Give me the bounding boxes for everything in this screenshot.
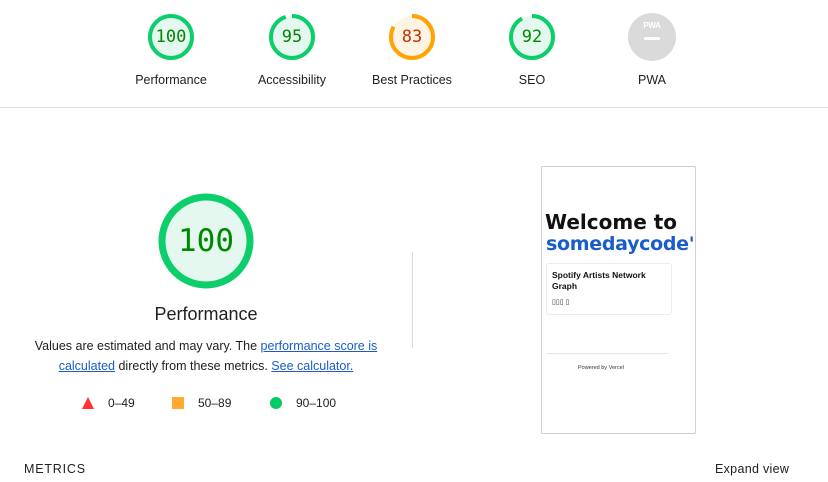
triangle-icon	[82, 397, 94, 409]
screenshot-card: Spotify Artists Network Graph ▯▯▯ ▯	[546, 263, 672, 315]
gauge-label: Accessibility	[257, 73, 327, 87]
legend-average-range: 50–89	[198, 396, 232, 410]
final-screenshot[interactable]: Welcome to somedaycode's Spotify Artists…	[541, 166, 696, 434]
gauge-label: Performance	[135, 73, 207, 87]
expand-view-toggle[interactable]: Expand view	[715, 462, 789, 476]
gauge-label: Best Practices	[372, 73, 452, 87]
metrics-heading: METRICS	[24, 462, 86, 476]
screenshot-card-title: Spotify Artists Network Graph	[552, 270, 646, 291]
gauge-score: 95	[281, 27, 303, 47]
screenshot-footer-divider	[546, 353, 668, 354]
see-calculator-link[interactable]: See calculator.	[271, 359, 353, 373]
gauge-score: 100	[155, 27, 187, 47]
performance-description: Values are estimated and may vary. The p…	[30, 336, 382, 376]
screenshot-card-tag: ▯▯▯ ▯	[552, 299, 570, 306]
gauge-label: SEO	[518, 73, 546, 87]
pwa-badge-icon: PWA	[628, 13, 676, 61]
performance-score: 100	[178, 223, 234, 259]
screenshot-powered-by: Powered by Vercel	[578, 365, 624, 371]
performance-title: Performance	[154, 304, 258, 324]
pwa-badge-text: PWA	[643, 21, 661, 30]
vercel-logo: Vercel	[608, 365, 624, 371]
legend-fail-range: 0–49	[108, 396, 135, 410]
pwa-dash	[644, 37, 660, 40]
vertical-divider	[412, 252, 413, 348]
desc-text: Values are estimated and may vary. The	[34, 339, 261, 353]
legend-pass-range: 90–100	[296, 396, 337, 410]
desc-text: directly from these metrics.	[115, 359, 272, 373]
gauge-score: 92	[521, 27, 543, 47]
screenshot-site-name: somedaycode's	[546, 233, 696, 255]
square-icon	[172, 397, 184, 409]
score-summary-header: 100 Performance 95 Accessibility 83 Best…	[0, 0, 828, 108]
gauge-score: 83	[401, 27, 423, 47]
screenshot-welcome: Welcome to	[545, 210, 678, 234]
powered-text: Powered by	[578, 365, 609, 371]
gauge-label: PWA	[637, 73, 666, 87]
circle-icon	[270, 397, 282, 409]
